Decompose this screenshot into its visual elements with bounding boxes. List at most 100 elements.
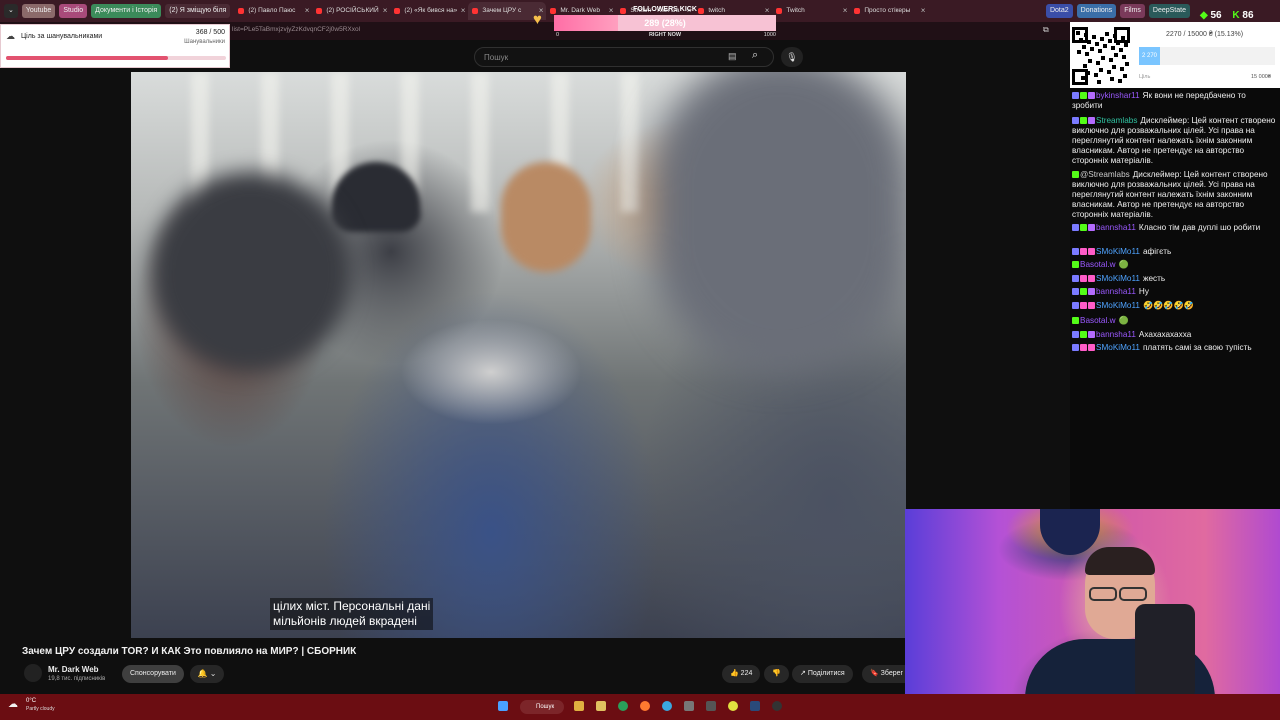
qr-module [1116, 41, 1120, 45]
chat-username[interactable]: SMoKiMo11 [1096, 301, 1140, 310]
bookmark-icon: 🔖 [870, 670, 879, 677]
chat-username[interactable]: @Streamlabs [1080, 170, 1130, 179]
video-player[interactable] [131, 72, 906, 638]
browser-tab[interactable]: (2) «Як бився на» × [390, 2, 468, 20]
chat-badge-icon [1088, 302, 1095, 310]
chat-badge-icon [1080, 302, 1087, 310]
close-icon[interactable]: × [843, 2, 848, 20]
chat-message: bannsha11 Класно тім дав дуплі шо робити [1072, 223, 1277, 233]
url-text[interactable]: list=PLe5TaBmxjzvjyZzKdvqnCF2j0w5RXxol [232, 26, 360, 33]
edge-icon[interactable] [618, 701, 628, 711]
browser-tab[interactable]: Twitch × [772, 2, 850, 20]
chat-username[interactable]: SMoKiMo11 [1096, 343, 1140, 352]
goal-progress-fill [6, 56, 168, 60]
chat-badge-icon [1072, 117, 1079, 125]
chat-username[interactable]: Basotal.w [1080, 316, 1116, 325]
chat-badge-icon [1072, 171, 1079, 179]
chat-username[interactable]: bannsha11 [1096, 287, 1136, 296]
chat-text: 🤣🤣🤣🤣🤣 [1143, 301, 1194, 310]
windows-taskbar: ☁ 0°C Partly cloudy Пошук [0, 694, 1280, 720]
telegram-icon[interactable] [662, 701, 672, 711]
qr-module [1092, 35, 1096, 39]
chat-text: 🟢 [1118, 316, 1129, 325]
notification-bell-icon[interactable]: 🔔 ⌄ [190, 665, 224, 683]
chat-username[interactable]: Streamlabs [1096, 116, 1137, 125]
windows-icon[interactable] [498, 701, 508, 711]
like-button[interactable]: 👍 224 [722, 665, 761, 683]
chat-badge-icon [1072, 92, 1079, 100]
kick-logo-icon: K [1232, 10, 1240, 21]
keyboard-icon[interactable]: ▤ [728, 51, 737, 62]
fan-goal-widget: ☁ Ціль за шанувальниками 368 / 500 Шанув… [0, 24, 230, 68]
close-icon[interactable]: × [383, 2, 388, 20]
chat-username[interactable]: SMoKiMo11 [1096, 274, 1140, 283]
browser-tab[interactable]: (2) РОСІЙСЬКИЙ × [312, 2, 390, 20]
chat-username[interactable]: bykinshar11 [1096, 91, 1140, 100]
qr-module [1083, 64, 1087, 68]
chat-username[interactable]: bannsha11 [1096, 330, 1136, 339]
kick-stat-b: 86 [1242, 10, 1254, 21]
qr-module [1125, 62, 1129, 66]
qr-module [1087, 40, 1091, 44]
bookmark-right[interactable]: Dota2 [1045, 4, 1073, 18]
subscriber-count: 19,8 тис. підписників [48, 676, 106, 682]
flag-emblem [1040, 509, 1100, 555]
file-explorer-icon[interactable] [574, 701, 584, 711]
qr-module [1084, 33, 1088, 37]
close-icon[interactable]: × [305, 2, 310, 20]
bookmark-youtube[interactable]: Youtube [21, 4, 56, 18]
tab-label: Просто стікеры [864, 7, 911, 14]
qr-module [1124, 43, 1128, 47]
sponsor-button[interactable]: Спонсорувати [122, 665, 184, 683]
channel-avatar[interactable] [24, 664, 42, 682]
microphone-icon[interactable]: 🎙 [781, 47, 803, 67]
bookmark-right[interactable]: DeepState [1148, 4, 1190, 18]
qr-module [1112, 65, 1116, 69]
bookmark-right[interactable]: Films [1120, 4, 1145, 18]
chat-username[interactable]: Basotal.w [1080, 260, 1116, 269]
save-button[interactable]: 🔖 Зберег [862, 665, 912, 683]
tab-favicon-icon [854, 8, 861, 14]
folder-icon[interactable] [596, 701, 606, 711]
browser-tab[interactable]: Просто стікеры × [850, 2, 928, 20]
chat-badge-icon [1072, 224, 1079, 232]
bookmark-studio[interactable]: Studio [59, 4, 88, 18]
search-icon[interactable]: ⌕ [752, 49, 758, 62]
chat-message: SMoKiMo11 платять самі за свою тупість [1072, 343, 1277, 353]
chat-badge-icon [1088, 331, 1095, 339]
chat-badge-icon [1072, 248, 1079, 256]
chat-badge-icon [1080, 248, 1087, 256]
subtitle-line-1: цілих міст. Персональні дані [273, 599, 431, 613]
app-icon[interactable] [706, 701, 716, 711]
qr-module [1082, 45, 1086, 49]
dislike-button[interactable]: 👎 [764, 665, 789, 683]
steam-icon[interactable] [750, 701, 760, 711]
chat-text: Класно тім дав дуплі шо робити [1138, 223, 1261, 232]
weather-icon: ☁ [8, 699, 18, 710]
chat-badge-icon [1088, 224, 1095, 232]
bookmark-tab[interactable]: (2) Я зміщую біля [165, 4, 231, 18]
chat-badge-icon [1080, 344, 1087, 352]
taskbar-search[interactable]: Пошук [520, 700, 564, 714]
share-button[interactable]: ↗ Поділитися [792, 665, 853, 683]
close-icon[interactable]: × [921, 2, 926, 20]
calculator-icon[interactable] [684, 701, 694, 711]
close-icon[interactable]: × [461, 2, 466, 20]
extension-icon[interactable]: ⧉ [1043, 25, 1049, 35]
heart-icon: ♥ [533, 11, 542, 28]
chat-badge-icon [1080, 331, 1087, 339]
channel-name[interactable]: Mr. Dark Web [48, 665, 99, 674]
qr-module [1090, 47, 1094, 51]
qr-module [1097, 80, 1101, 84]
chat-username[interactable]: bannsha11 [1096, 223, 1136, 232]
bookmark-right[interactable]: Donations [1076, 4, 1117, 18]
firefox-icon[interactable] [640, 701, 650, 711]
chrome-icon[interactable] [728, 701, 738, 711]
qr-code [1070, 25, 1132, 87]
obs-icon[interactable] [772, 701, 782, 711]
browser-tab[interactable]: (2) Павло Паюс × [234, 2, 312, 20]
chat-username[interactable]: SMoKiMo11 [1096, 247, 1140, 256]
browser-menu-icon[interactable]: ⌄ [4, 4, 18, 18]
bookmark-docs[interactable]: Документи і Історія [91, 4, 162, 18]
qr-module [1107, 70, 1111, 74]
